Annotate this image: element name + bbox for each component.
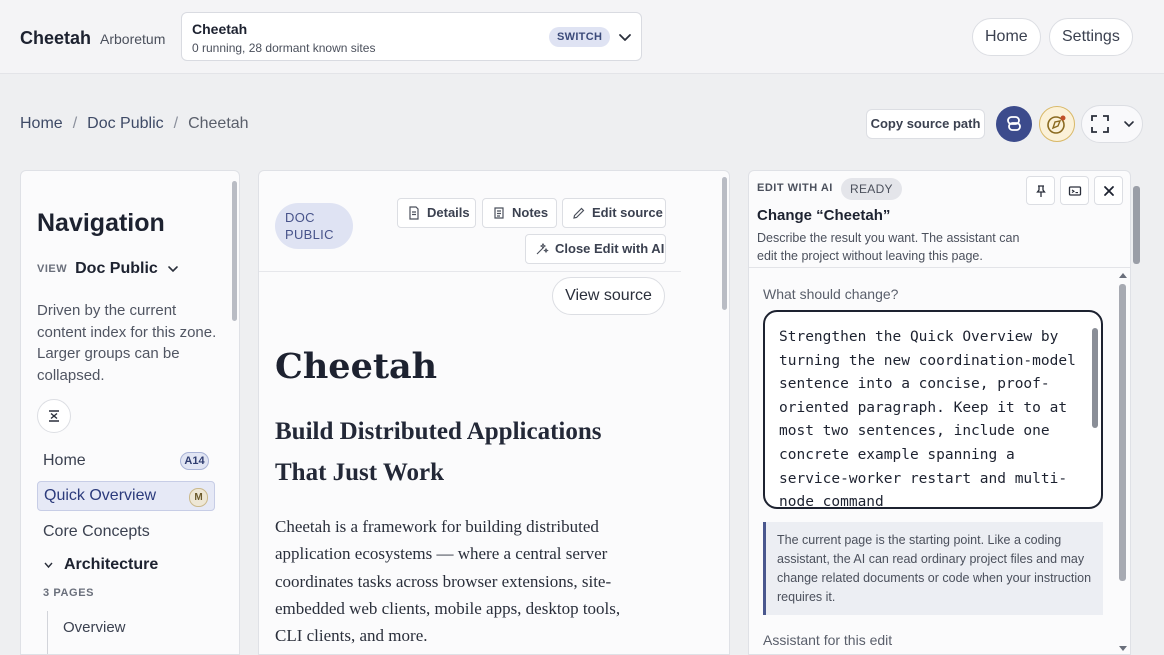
scroll-down-arrow-icon[interactable]	[1118, 645, 1128, 653]
edit-panel-title: Change “Cheetah”	[757, 207, 891, 224]
breadcrumb-doc-public[interactable]: Doc Public	[87, 115, 163, 133]
page-scrollbar[interactable]	[1133, 186, 1140, 264]
chevron-down-icon	[44, 562, 53, 568]
notes-tab[interactable]: Notes	[482, 198, 557, 228]
collapse-all-button[interactable]	[37, 399, 71, 433]
collapse-all-icon	[49, 410, 59, 422]
nav-scrollbar[interactable]	[232, 181, 237, 321]
app-name: Cheetah	[20, 28, 92, 48]
ai-edit-icon	[536, 242, 549, 255]
nav-item-label: Home	[43, 452, 86, 469]
close-icon	[1104, 186, 1114, 196]
view-selector[interactable]: VIEW Doc Public	[37, 260, 180, 278]
scroll-up-arrow-icon[interactable]	[1118, 271, 1128, 279]
breadcrumb-separator: /	[173, 115, 179, 132]
edit-scope-note: The current page is the starting point. …	[763, 522, 1103, 615]
console-button[interactable]	[1060, 176, 1089, 205]
nav-badge: M	[189, 488, 208, 507]
breadcrumb-home[interactable]: Home	[20, 115, 63, 133]
nav-item-quick-overview[interactable]: Quick Overview M	[37, 481, 215, 511]
notes-icon	[494, 207, 504, 219]
copy-source-path-button[interactable]: Copy source path	[866, 109, 985, 139]
notes-tab-label: Notes	[512, 205, 549, 220]
status-badge: READY	[841, 178, 902, 200]
top-bar: Cheetah Arboretum Cheetah 0 running, 28 …	[0, 0, 1164, 74]
details-tab[interactable]: Details	[397, 198, 476, 228]
nav-section-label: Architecture	[64, 556, 159, 573]
nav-item-label: Quick Overview	[44, 487, 157, 504]
chevron-down-icon[interactable]	[1122, 117, 1136, 131]
edit-panel-header: EDIT WITH AI READY Change “Cheetah” Desc…	[749, 171, 1130, 268]
assistant-section-label: Assistant for this edit	[763, 632, 893, 648]
pin-icon	[1036, 185, 1046, 197]
pin-button[interactable]	[1026, 176, 1055, 205]
change-request-text: Strengthen the Quick Overview by turning…	[779, 329, 1076, 509]
breadcrumb-separator: /	[72, 115, 78, 132]
divider	[259, 271, 681, 272]
app-brand[interactable]: Cheetah Arboretum	[20, 28, 165, 49]
change-request-textarea[interactable]: Strengthen the Quick Overview by turning…	[763, 310, 1103, 509]
link-icon	[1007, 116, 1021, 131]
details-tab-label: Details	[427, 205, 470, 220]
chevron-down-icon	[168, 266, 178, 273]
chevron-down-icon[interactable]	[616, 27, 634, 47]
fullscreen-control[interactable]	[1081, 105, 1143, 143]
page-title: Cheetah	[275, 346, 438, 387]
nav-item-core-concepts[interactable]: Core Concepts	[37, 517, 215, 547]
nav-badge: A14	[180, 452, 209, 470]
nav-section-count: 3 PAGES	[43, 587, 95, 599]
page-subtitle: Build Distributed Applications That Just…	[275, 418, 602, 486]
expand-icon[interactable]	[1090, 114, 1110, 134]
settings-nav-button[interactable]: Settings	[1049, 18, 1133, 56]
edit-panel-description: Describe the result you want. The assist…	[757, 231, 1020, 263]
navigation-heading: Navigation	[37, 209, 165, 237]
edit-with-ai-panel: EDIT WITH AI READY Change “Cheetah” Desc…	[748, 170, 1131, 655]
document-icon	[409, 206, 419, 220]
doc-scrollbar[interactable]	[722, 177, 727, 310]
prompt-field-label: What should change?	[763, 286, 899, 302]
site-title: Cheetah	[192, 21, 248, 37]
compass-button[interactable]	[1039, 106, 1075, 142]
document-panel: DOC PUBLIC Details Notes Edit source Clo…	[258, 170, 730, 655]
site-status: 0 running, 28 dormant known sites	[192, 41, 376, 55]
edit-source-tab-label: Edit source	[592, 205, 663, 220]
link-button[interactable]	[996, 106, 1032, 142]
compass-icon	[1047, 115, 1066, 134]
tree-guide-line	[47, 611, 48, 654]
nav-item-label: Core Concepts	[43, 523, 150, 540]
breadcrumb-current: Cheetah	[188, 115, 249, 132]
page-body-paragraph: Cheetah is a framework for building dist…	[275, 517, 621, 646]
nav-section-architecture[interactable]: Architecture	[43, 556, 158, 574]
view-label: VIEW	[37, 263, 68, 275]
view-value: Doc Public	[75, 260, 158, 277]
navigation-panel: Navigation VIEW Doc Public Driven by the…	[20, 170, 240, 655]
navigation-description: Driven by the current content index for …	[37, 302, 217, 384]
edit-panel-kicker: EDIT WITH AI	[757, 182, 833, 194]
home-nav-button[interactable]: Home	[972, 18, 1041, 56]
edit-panel-inner-scrollbar[interactable]	[1119, 284, 1126, 581]
edit-source-tab[interactable]: Edit source	[562, 198, 666, 228]
breadcrumb: Home / Doc Public / Cheetah	[20, 115, 249, 133]
view-source-button[interactable]: View source	[552, 277, 665, 315]
doc-visibility-chip: DOC PUBLIC	[275, 203, 353, 249]
close-edit-tab-label: Close Edit with AI	[555, 241, 665, 256]
close-edit-with-ai-tab[interactable]: Close Edit with AI	[525, 234, 666, 264]
nav-item-overview[interactable]: Overview	[63, 619, 126, 636]
terminal-icon	[1068, 186, 1082, 196]
pencil-icon	[573, 207, 585, 219]
switch-button[interactable]: SWITCH	[549, 27, 611, 47]
app-subtitle: Arboretum	[100, 31, 166, 47]
nav-item-home[interactable]: Home A14	[37, 446, 215, 476]
site-switcher[interactable]: Cheetah 0 running, 28 dormant known site…	[181, 12, 642, 61]
close-button[interactable]	[1094, 176, 1123, 205]
textarea-scrollbar[interactable]	[1092, 328, 1098, 428]
